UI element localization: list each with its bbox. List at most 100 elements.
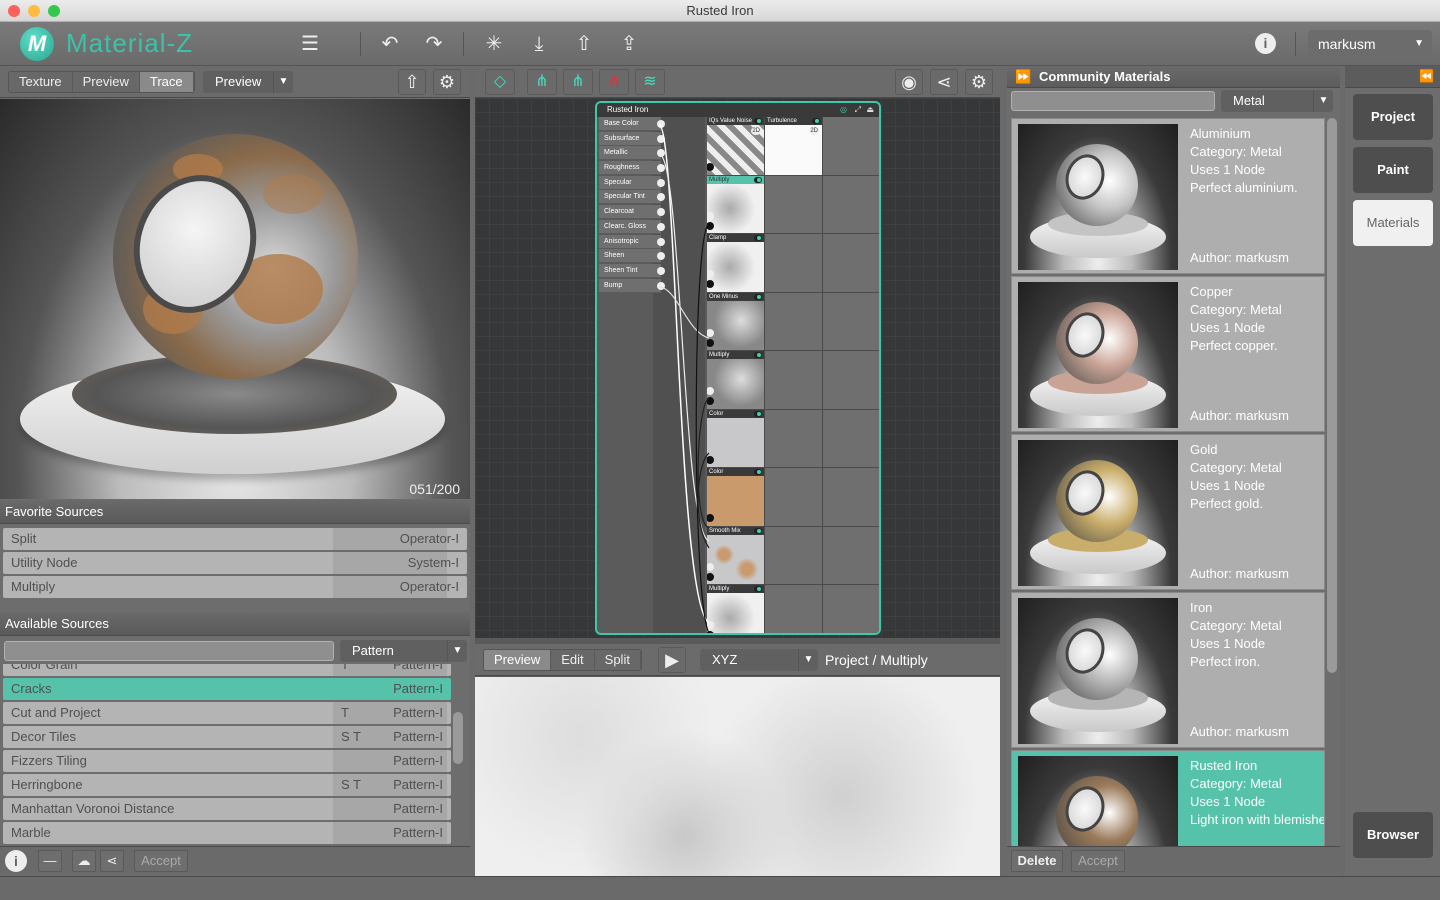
tab-trace[interactable]: Trace [139, 72, 194, 92]
texture-preview[interactable] [475, 677, 1000, 876]
graph-node[interactable]: One Minus [707, 292, 764, 350]
remove-layer-button[interactable]: ≋ [635, 69, 665, 95]
sources-scrollbar[interactable] [453, 712, 463, 764]
list-item-selected[interactable]: Cracks Pattern-I [3, 678, 451, 700]
cloud-button[interactable]: ☁ [72, 850, 96, 872]
node-toggle[interactable] [754, 352, 762, 358]
play-button[interactable]: ▶ [658, 647, 686, 673]
graph-settings-button[interactable]: ⚙ [965, 69, 993, 95]
graph-node[interactable]: Color [707, 409, 764, 467]
materials-search-input[interactable] [1011, 91, 1215, 111]
input-socket[interactable] [657, 237, 665, 246]
tab-split[interactable]: Split [594, 650, 641, 670]
menu-icon[interactable]: ☰ [296, 32, 324, 56]
node-toggle[interactable] [754, 410, 762, 417]
material-card[interactable]: Iron Category: Metal Uses 1 Node Perfect ir… [1011, 592, 1325, 748]
tab-preview[interactable]: Preview [72, 72, 140, 92]
input-pin[interactable] [707, 562, 714, 571]
minimize-window-button[interactable] [28, 5, 40, 17]
tab-texture[interactable]: Texture [9, 72, 73, 92]
materials-scrollbar[interactable] [1327, 118, 1337, 673]
empty-cell[interactable] [823, 526, 879, 584]
input-socket[interactable] [657, 266, 665, 275]
material-input[interactable]: Specular Tint [599, 190, 665, 205]
node-toggle[interactable] [754, 586, 762, 592]
node-toggle[interactable] [812, 118, 820, 124]
accept-button[interactable]: Accept [1071, 850, 1125, 872]
material-input[interactable]: Sheen Tint [599, 263, 665, 278]
tab-preview[interactable]: Preview [484, 650, 552, 670]
node-toggle[interactable] [754, 118, 762, 124]
empty-cell[interactable] [823, 585, 879, 633]
node-toggle[interactable] [754, 469, 762, 475]
input-socket[interactable] [657, 164, 665, 173]
empty-cell[interactable] [823, 351, 879, 409]
input-socket[interactable] [657, 134, 665, 143]
export-render-button[interactable]: ⇧ [398, 69, 426, 95]
list-item[interactable]: Herringbone S T Pattern-I [3, 774, 451, 796]
input-pin[interactable] [707, 211, 714, 220]
export-add-icon[interactable]: ⇪ [615, 32, 643, 56]
material-input[interactable]: Specular [599, 175, 665, 190]
info-icon[interactable]: i [5, 850, 27, 872]
redo-icon[interactable]: ↷ [420, 32, 448, 56]
import-icon[interactable]: ⤓ [525, 32, 553, 56]
nav-browser[interactable]: Browser [1353, 812, 1433, 858]
close-window-button[interactable] [8, 5, 20, 17]
list-item[interactable]: Manhattan Voronoi Distance Pattern-I [3, 798, 451, 820]
empty-cell[interactable] [765, 585, 822, 633]
eject-icon[interactable]: ⏏ [866, 103, 874, 117]
node-toggle[interactable] [754, 293, 762, 300]
material-input[interactable]: Roughness [599, 161, 665, 176]
empty-cell[interactable] [823, 409, 879, 467]
empty-cell[interactable] [765, 175, 822, 233]
graph-node[interactable]: Multiply [707, 175, 764, 233]
user-dropdown[interactable]: markusm ▼ [1308, 30, 1432, 58]
zoom-window-button[interactable] [48, 5, 60, 17]
material-input[interactable]: Bump [599, 278, 665, 293]
export-icon[interactable]: ⇧ [570, 32, 598, 56]
graph-node[interactable]: Smooth Mix [707, 526, 764, 584]
empty-cell[interactable] [765, 468, 822, 526]
visibility-button[interactable]: ◉ [895, 69, 923, 95]
material-card[interactable]: Copper Category: Metal Uses 1 Node Perfect … [1011, 276, 1325, 432]
list-item[interactable]: Marble Pattern-I [3, 822, 451, 844]
collapse-right-icon[interactable]: ⏩ [1015, 66, 1031, 88]
material-input[interactable]: Clearcoat [599, 205, 665, 220]
input-pin[interactable] [707, 328, 714, 337]
accept-button[interactable]: Accept [134, 850, 188, 872]
sources-filter-dropdown[interactable]: Pattern ▼ [340, 640, 467, 662]
empty-cell[interactable] [765, 292, 822, 350]
asterisk-icon[interactable]: ✳ [480, 32, 508, 56]
nav-project[interactable]: Project [1353, 94, 1433, 140]
list-item[interactable]: Decor Tiles S T Pattern-I [3, 726, 451, 748]
render-viewport[interactable]: 051/200 [0, 99, 470, 499]
node-toggle[interactable] [754, 235, 762, 241]
material-input[interactable]: Subsurface [599, 131, 665, 146]
output-pin[interactable] [707, 455, 714, 464]
share-graph-button[interactable]: ⋖ [930, 69, 958, 95]
material-card[interactable]: Aluminium Category: Metal Uses 1 Node Perfe… [1011, 118, 1325, 274]
graph-node[interactable]: Turbulence 2D [765, 117, 822, 175]
material-input[interactable]: Anisotropic [599, 234, 665, 249]
material-input[interactable]: Sheen [599, 249, 665, 264]
graph-node[interactable]: Multiply [707, 351, 764, 409]
material-input[interactable]: Base Color [599, 117, 665, 131]
empty-cell[interactable] [823, 468, 879, 526]
add-parent-node-button[interactable]: ⋔ [527, 69, 557, 95]
list-item[interactable]: Multiply Operator-I [3, 576, 467, 598]
delete-button[interactable]: Delete [1011, 850, 1063, 872]
tab-edit[interactable]: Edit [551, 650, 595, 670]
list-item[interactable]: Cut and Project T Pattern-I [3, 702, 451, 724]
empty-cell[interactable] [823, 234, 879, 292]
list-item[interactable]: Split Operator-I [3, 528, 467, 550]
empty-cell[interactable] [765, 526, 822, 584]
output-pin[interactable] [707, 221, 714, 230]
list-item[interactable]: Fizzers Tiling Pattern-I [3, 750, 451, 772]
input-socket[interactable] [657, 178, 665, 187]
target-icon[interactable]: ◎ [840, 103, 847, 117]
material-input[interactable]: Metallic [599, 146, 665, 161]
output-pin[interactable] [707, 338, 714, 347]
expand-icon[interactable]: ⤢ [855, 103, 861, 117]
graph-node[interactable]: Multiply [707, 585, 764, 633]
